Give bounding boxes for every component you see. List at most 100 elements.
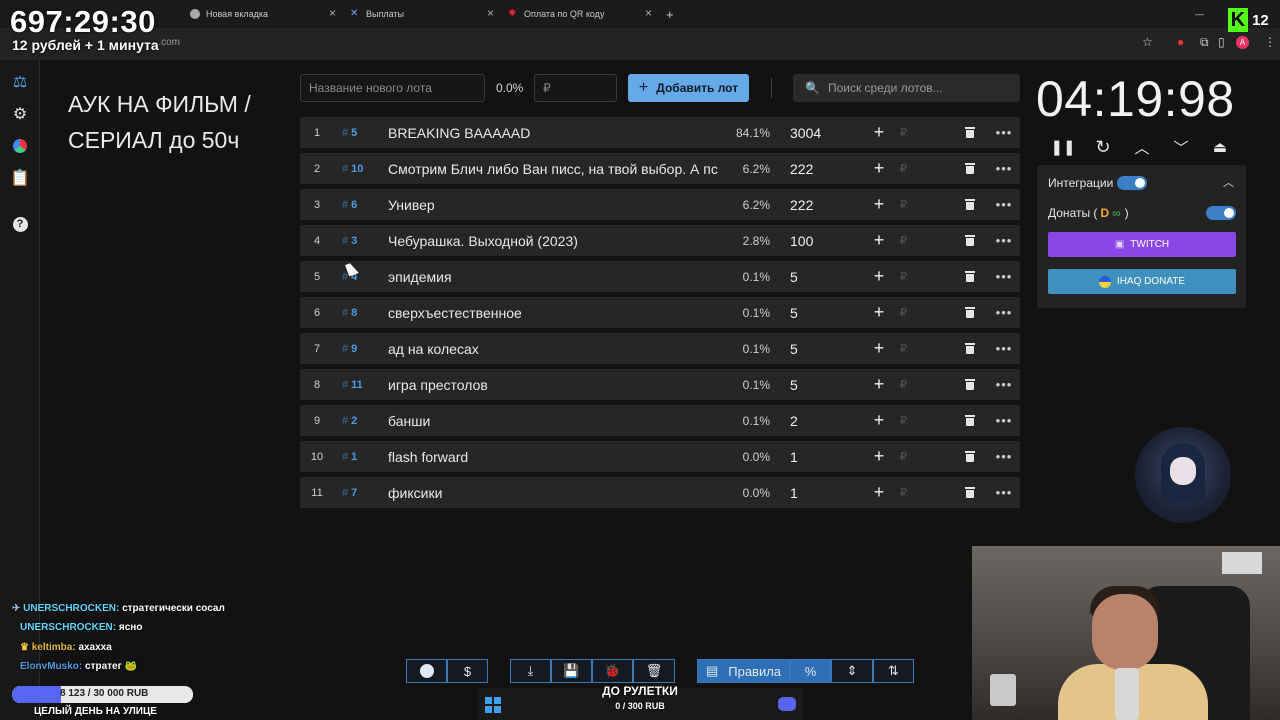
- lot-row[interactable]: 7 #9 ад на колесах 0.1% 5 + ₽ •••: [300, 333, 1020, 364]
- double-chevron-up-icon[interactable]: ⏏: [1209, 136, 1231, 158]
- new-tab-button[interactable]: +: [666, 4, 674, 24]
- lot-name[interactable]: банши: [388, 405, 720, 436]
- more-icon[interactable]: •••: [995, 117, 1013, 148]
- ruble-icon[interactable]: ₽: [900, 405, 914, 436]
- lot-amount[interactable]: 1: [790, 441, 850, 472]
- lot-row[interactable]: 5 #4 эпидемия 0.1% 5 + ₽ •••: [300, 261, 1020, 292]
- lot-amount[interactable]: 222: [790, 153, 850, 184]
- twitch-button[interactable]: ▣ TWITCH: [1048, 232, 1236, 257]
- lot-amount[interactable]: 5: [790, 333, 850, 364]
- lot-amount[interactable]: 3004: [790, 117, 850, 148]
- delete-lot-button[interactable]: [963, 441, 977, 472]
- ruble-icon[interactable]: ₽: [900, 369, 914, 400]
- pie-chart-icon[interactable]: [8, 134, 32, 158]
- add-amount-button[interactable]: +: [870, 477, 888, 508]
- ruble-icon[interactable]: ₽: [900, 297, 914, 328]
- donate-button[interactable]: $: [447, 659, 488, 683]
- more-icon[interactable]: •••: [995, 189, 1013, 220]
- new-lot-name-input[interactable]: Название нового лота: [300, 74, 485, 102]
- new-lot-amount-input[interactable]: ₽: [534, 74, 617, 102]
- address-bar[interactable]: ....com: [0, 28, 1280, 60]
- more-icon[interactable]: •••: [995, 153, 1013, 184]
- delete-lot-button[interactable]: [963, 225, 977, 256]
- puzzle-icon[interactable]: ⧉: [1200, 35, 1209, 50]
- lot-search-input[interactable]: 🔍 Поиск среди лотов...: [793, 74, 1020, 102]
- gear-icon[interactable]: ⚙: [8, 102, 32, 126]
- lot-name[interactable]: flash forward: [388, 441, 720, 472]
- add-amount-button[interactable]: +: [870, 441, 888, 472]
- save-button[interactable]: 💾: [551, 659, 592, 683]
- pause-icon[interactable]: ❚❚: [1050, 136, 1075, 158]
- lot-amount[interactable]: 222: [790, 189, 850, 220]
- profile-icon[interactable]: A: [1236, 36, 1249, 49]
- delete-lot-button[interactable]: [963, 333, 977, 364]
- add-amount-button[interactable]: +: [870, 297, 888, 328]
- lot-amount[interactable]: 1: [790, 477, 850, 508]
- ruble-icon[interactable]: ₽: [900, 477, 914, 508]
- lot-amount[interactable]: 5: [790, 369, 850, 400]
- compact-view-button[interactable]: ⇕: [831, 659, 873, 683]
- lot-amount[interactable]: 100: [790, 225, 850, 256]
- ruble-icon[interactable]: ₽: [900, 189, 914, 220]
- delete-lot-button[interactable]: [963, 477, 977, 508]
- lot-name[interactable]: фиксики: [388, 477, 720, 508]
- clear-button[interactable]: 🗑: [633, 659, 675, 683]
- lot-row[interactable]: 1 #5 BREAKING BAAAAAD 84.1% 3004 + ₽ •••: [300, 117, 1020, 148]
- delete-lot-button[interactable]: [963, 369, 977, 400]
- lot-amount[interactable]: 5: [790, 261, 850, 292]
- add-amount-button[interactable]: +: [870, 189, 888, 220]
- lot-row[interactable]: 10 #1 flash forward 0.0% 1 + ₽ •••: [300, 441, 1020, 472]
- lot-amount[interactable]: 2: [790, 405, 850, 436]
- add-amount-button[interactable]: +: [870, 225, 888, 256]
- chevron-up-icon[interactable]: ︿: [1131, 136, 1153, 158]
- add-lot-button[interactable]: + Добавить лот: [628, 74, 749, 102]
- add-amount-button[interactable]: +: [870, 405, 888, 436]
- lot-name[interactable]: эпидемия: [388, 261, 720, 292]
- lot-row[interactable]: 11 #7 фиксики 0.0% 1 + ₽ •••: [300, 477, 1020, 508]
- lot-row[interactable]: 3 #6 Универ 6.2% 222 + ₽ •••: [300, 189, 1020, 220]
- tab-1[interactable]: ✕ Выплаты ×: [350, 4, 494, 24]
- add-amount-button[interactable]: +: [870, 261, 888, 292]
- ruble-icon[interactable]: ₽: [900, 261, 914, 292]
- download-button[interactable]: ⤓: [510, 659, 551, 683]
- lot-name[interactable]: сверхъестественное: [388, 297, 720, 328]
- more-icon[interactable]: •••: [995, 441, 1013, 472]
- extension-red-icon[interactable]: ●: [1177, 35, 1184, 49]
- discord-icon[interactable]: [778, 697, 796, 711]
- percent-toggle-button[interactable]: %: [790, 659, 831, 683]
- ihaq-donate-button[interactable]: IHAQ DONATE: [1048, 269, 1236, 294]
- lot-name[interactable]: Чебурашка. Выходной (2023): [388, 225, 720, 256]
- lot-row[interactable]: 2 #10 Смотрим Блич либо Ван писс, на твой …: [300, 153, 1020, 184]
- help-icon[interactable]: ?: [8, 212, 32, 236]
- donations-toggle[interactable]: [1206, 206, 1236, 220]
- more-icon[interactable]: •••: [995, 297, 1013, 328]
- ruble-icon[interactable]: ₽: [900, 333, 914, 364]
- chevron-down-icon[interactable]: ﹀: [1170, 136, 1192, 158]
- ruble-icon[interactable]: ₽: [900, 153, 914, 184]
- gavel-icon[interactable]: ⚖: [8, 70, 32, 94]
- lot-name[interactable]: Универ: [388, 189, 720, 220]
- bug-button[interactable]: 🐞: [592, 659, 633, 683]
- lot-name[interactable]: BREAKING BAAAAAD: [388, 117, 720, 148]
- menu-icon[interactable]: ⋮: [1264, 35, 1276, 49]
- more-icon[interactable]: •••: [995, 333, 1013, 364]
- delete-lot-button[interactable]: [963, 261, 977, 292]
- sort-button[interactable]: ⇅: [873, 659, 914, 683]
- ruble-icon[interactable]: ₽: [900, 225, 914, 256]
- restart-icon[interactable]: ↻: [1092, 136, 1114, 158]
- more-icon[interactable]: •••: [995, 225, 1013, 256]
- delete-lot-button[interactable]: [963, 297, 977, 328]
- add-amount-button[interactable]: +: [870, 117, 888, 148]
- add-amount-button[interactable]: +: [870, 333, 888, 364]
- lot-row[interactable]: 4 #3 Чебурашка. Выходной (2023) 2.8% 100 + ₽ ••…: [300, 225, 1020, 256]
- clipboard-icon[interactable]: 📋: [8, 166, 32, 190]
- github-button[interactable]: [406, 659, 447, 683]
- delete-lot-button[interactable]: [963, 117, 977, 148]
- lot-row[interactable]: 6 #8 сверхъестественное 0.1% 5 + ₽ •••: [300, 297, 1020, 328]
- lot-row[interactable]: 8 #11 игра престолов 0.1% 5 + ₽ •••: [300, 369, 1020, 400]
- ruble-icon[interactable]: ₽: [900, 117, 914, 148]
- windows-icon[interactable]: [485, 697, 501, 713]
- close-icon[interactable]: ×: [645, 6, 652, 20]
- close-icon[interactable]: ×: [487, 6, 494, 20]
- chevron-up-icon[interactable]: ︿: [1223, 174, 1234, 190]
